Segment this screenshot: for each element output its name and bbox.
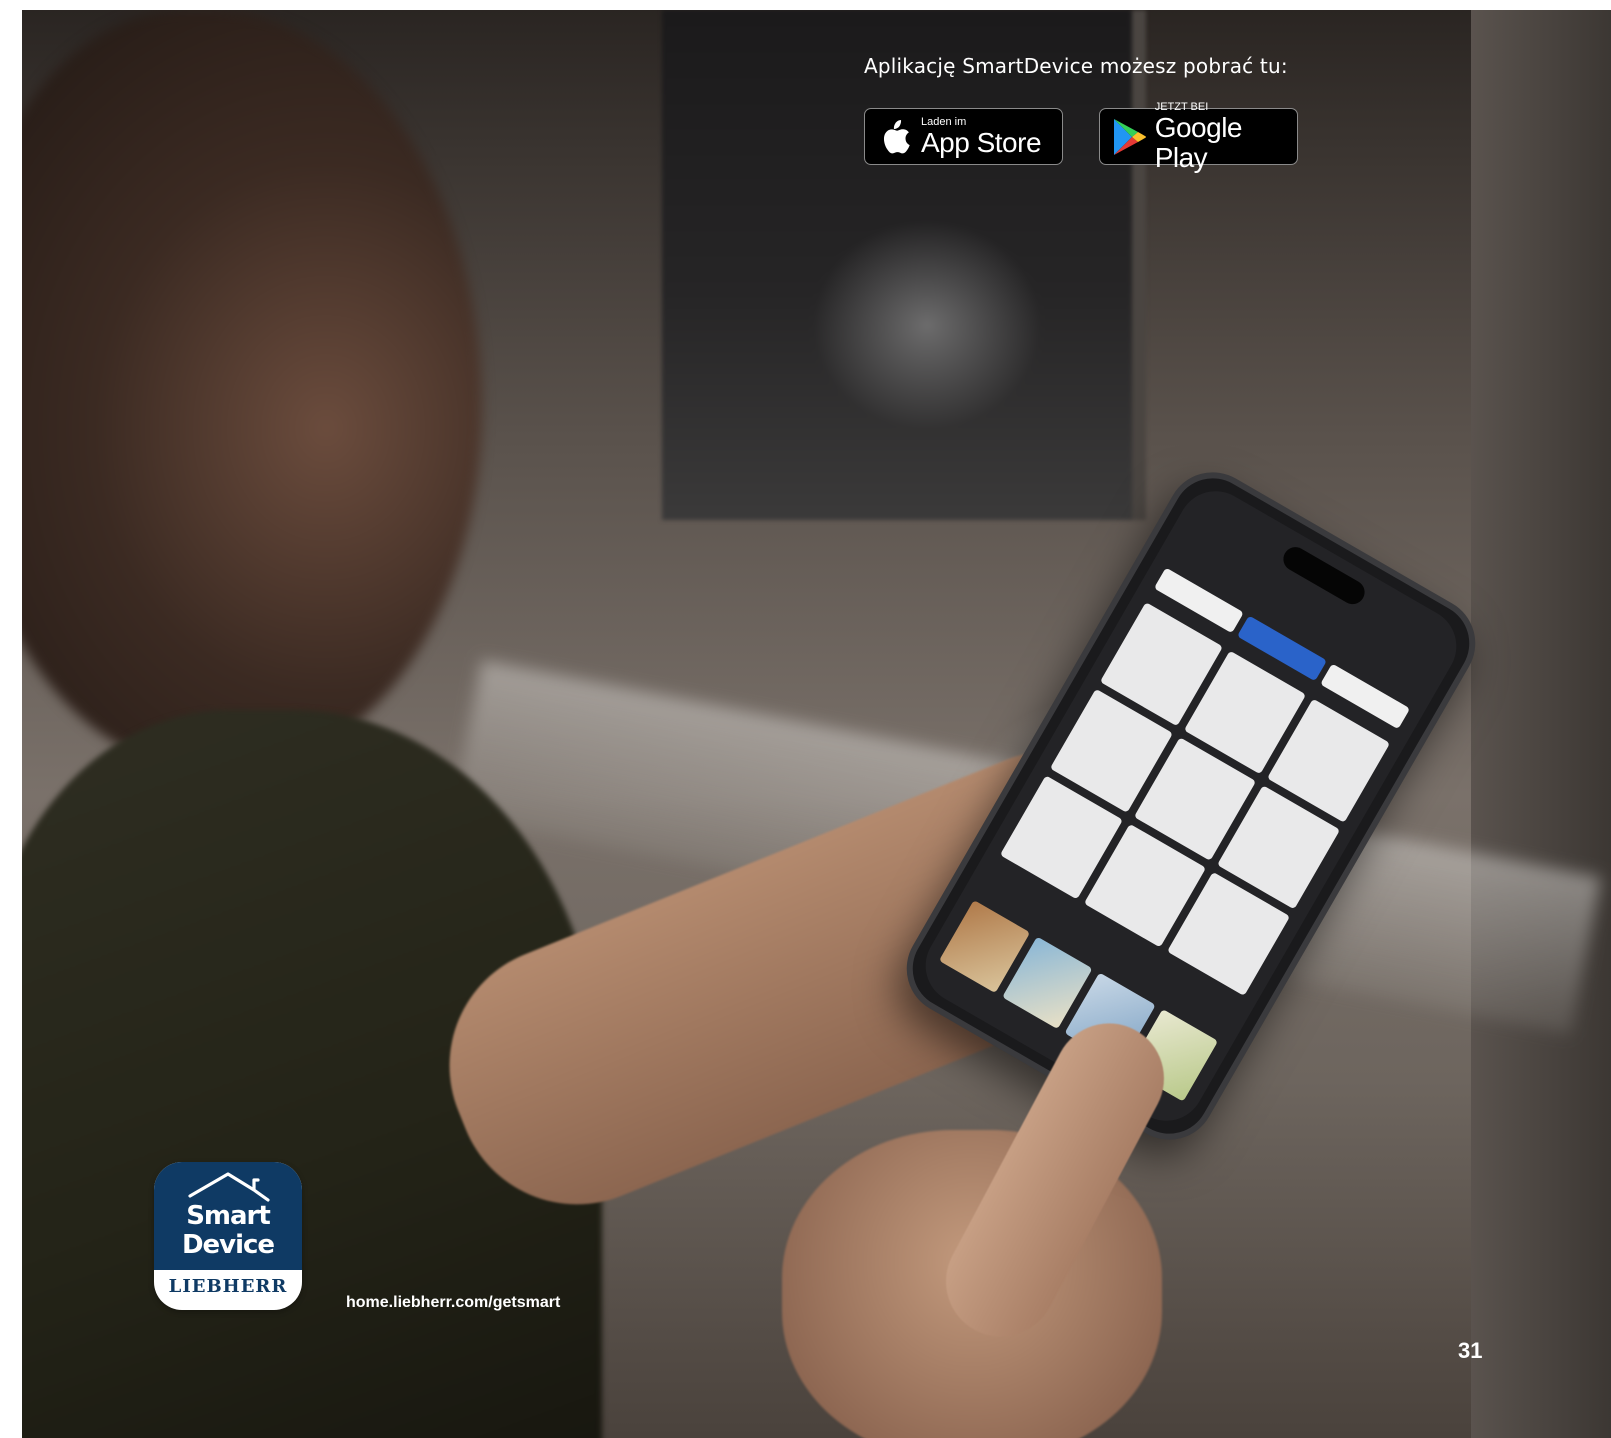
google-play-small-label: JETZT BEI — [1154, 100, 1209, 113]
app-store-small-label: Laden im — [921, 115, 967, 128]
google-play-badge[interactable]: JETZT BEI Google Play — [1099, 101, 1298, 172]
house-icon — [188, 1172, 270, 1202]
page-number: 31 — [1458, 1338, 1483, 1363]
blurred-wall — [1471, 10, 1611, 1438]
app-store-badge[interactable]: Laden im App Store — [864, 108, 1063, 165]
google-play-label: Google Play — [1154, 111, 1243, 173]
google-play-icon — [1110, 117, 1149, 157]
smartdevice-app-icon[interactable]: Smart Device LIEBHERR — [154, 1162, 302, 1310]
blurred-window — [662, 10, 1146, 520]
person-head — [22, 10, 482, 770]
apple-icon — [875, 117, 915, 157]
app-icon-word-smart: Smart — [186, 1201, 271, 1231]
getsmart-link[interactable]: home.liebherr.com/getsmart — [346, 1294, 560, 1312]
app-icon-word-device: Device — [181, 1230, 275, 1260]
liebherr-logo: LIEBHERR — [168, 1276, 288, 1297]
download-heading: Aplikację SmartDevice możesz pobrać tu: — [864, 54, 1288, 78]
app-store-label: App Store — [921, 126, 1042, 158]
